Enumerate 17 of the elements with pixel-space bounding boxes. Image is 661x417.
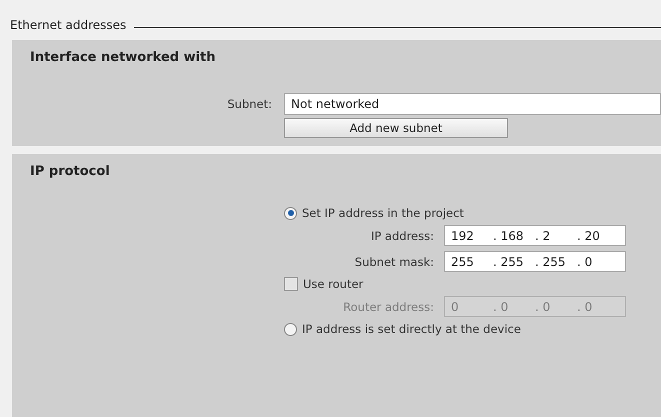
field-label: Router address: bbox=[342, 300, 434, 314]
radio-button[interactable] bbox=[284, 206, 297, 220]
checkbox[interactable] bbox=[284, 277, 298, 291]
add-subnet-button[interactable]: Add new subnet bbox=[284, 118, 508, 138]
radio-button[interactable] bbox=[284, 322, 297, 336]
subnet-label: Subnet: bbox=[226, 97, 272, 111]
ip-field[interactable]: 192 . 168 . 2 . 20 bbox=[444, 225, 626, 246]
checkbox-label: Use router bbox=[303, 277, 364, 291]
field-label: Subnet mask: bbox=[354, 254, 434, 268]
ip-field[interactable]: 255 . 255 . 255 . 0 bbox=[444, 251, 626, 272]
panel-title: IP protocol bbox=[30, 164, 110, 179]
radio-label: Set IP address in the project bbox=[302, 206, 464, 220]
subnet-field[interactable]: Not networked bbox=[284, 93, 661, 115]
section-title: Ethernet addresses bbox=[10, 18, 126, 32]
panel-title: Interface networked with bbox=[30, 50, 216, 65]
field-label: IP address: bbox=[370, 228, 434, 242]
radio-label: IP address is set directly at the device bbox=[302, 322, 521, 336]
